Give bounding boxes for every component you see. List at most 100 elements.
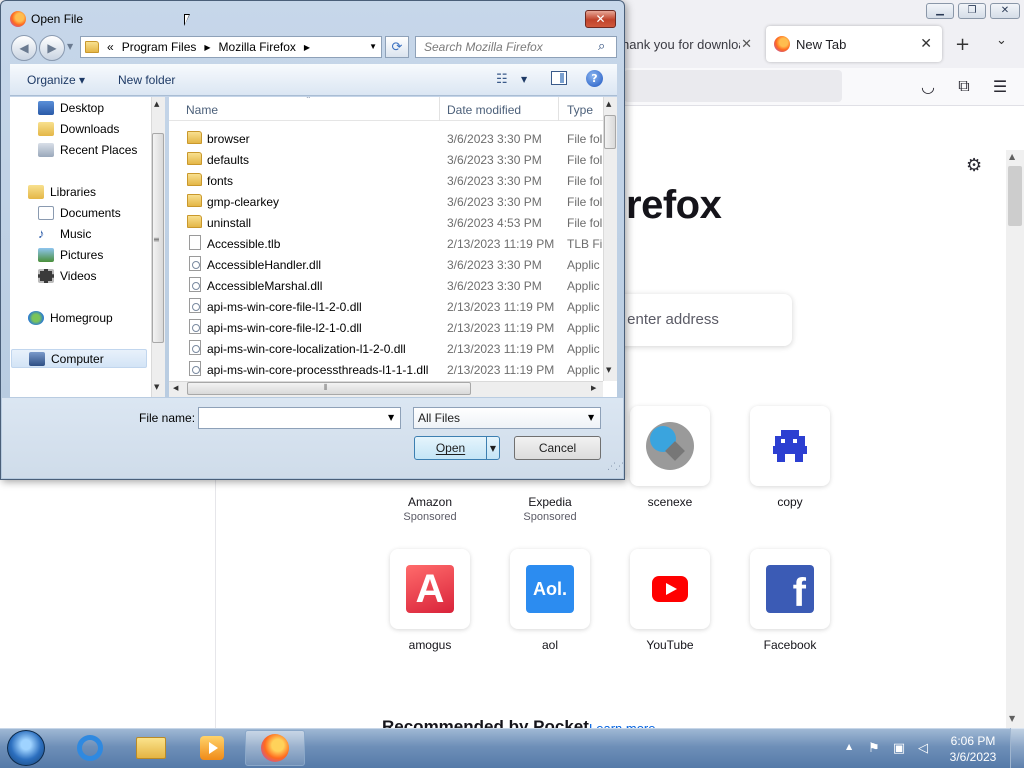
breadcrumb-mozilla-firefox[interactable]: Mozilla Firefox <box>219 40 296 54</box>
shortcut-tile[interactable]: Aol. <box>510 549 590 629</box>
maximize-button[interactable]: ❐ <box>958 3 986 19</box>
file-row[interactable]: api-ms-win-core-processthreads-l1-1-1.dl… <box>169 359 603 380</box>
gear-icon[interactable]: ⚙ <box>966 155 982 176</box>
file-row[interactable]: uninstall 3/6/2023 4:53 PM File fol <box>169 212 603 233</box>
taskbar-internet-explorer[interactable] <box>60 730 120 766</box>
scroll-down-arrow-icon[interactable]: ▼ <box>606 366 611 374</box>
nav-item-downloads[interactable]: Downloads <box>38 119 119 138</box>
shortcut-youtube[interactable]: YouTube <box>622 549 718 652</box>
minimize-button[interactable]: ▁ <box>926 3 954 19</box>
resize-grip-icon[interactable]: ⋰⋰ <box>607 462 624 472</box>
taskbar-media-player[interactable] <box>182 730 242 766</box>
pocket-icon[interactable]: ◡ <box>918 76 938 96</box>
shortcut-copy[interactable]: copy <box>742 406 838 509</box>
hamburger-menu-icon[interactable]: ☰ <box>990 76 1010 96</box>
shortcut-tile[interactable]: A <box>390 549 470 629</box>
start-button[interactable] <box>7 730 45 766</box>
scroll-right-arrow-icon[interactable]: ▶ <box>591 384 596 392</box>
search-icon[interactable]: ⌕ <box>598 39 605 54</box>
file-type-dropdown-icon[interactable]: ▼ <box>588 413 594 422</box>
taskbar-file-explorer[interactable] <box>121 730 181 766</box>
nav-item-homegroup[interactable]: Homegroup <box>28 308 113 327</box>
nav-item-computer[interactable]: Computer <box>11 349 147 368</box>
shortcut-facebook[interactable]: f Facebook <box>742 549 838 652</box>
network-icon[interactable]: ▣ <box>891 740 907 756</box>
cancel-button[interactable]: Cancel <box>514 436 601 460</box>
back-arrow-icon[interactable]: ◀ <box>11 35 37 61</box>
dialog-close-button[interactable]: ✕ <box>585 10 616 28</box>
nav-item-desktop[interactable]: Desktop <box>38 98 104 117</box>
breadcrumb-overflow[interactable]: « <box>107 40 114 54</box>
shortcut-tile[interactable] <box>630 406 710 486</box>
nav-item-music[interactable]: ♪ Music <box>38 224 91 243</box>
clock[interactable]: 6:06 PM 3/6/2023 <box>946 733 1000 765</box>
scroll-left-arrow-icon[interactable]: ◀ <box>173 384 178 392</box>
nav-item-videos[interactable]: Videos <box>38 266 96 285</box>
file-row[interactable]: Accessible.tlb 2/13/2023 11:19 PM TLB Fil <box>169 233 603 254</box>
new-folder-button[interactable]: New folder <box>118 73 175 87</box>
file-row[interactable]: AccessibleHandler.dll 3/6/2023 3:30 PM App… <box>169 254 603 275</box>
address-dropdown-icon[interactable]: ▼ <box>369 42 377 51</box>
new-tab-button[interactable]: + <box>955 34 970 55</box>
nav-item-pictures[interactable]: Pictures <box>38 245 103 264</box>
list-all-tabs-icon[interactable]: ⌄ <box>996 33 1007 48</box>
file-row[interactable]: api-ms-win-core-file-l1-2-0.dll 2/13/2023… <box>169 296 603 317</box>
shortcut-tile[interactable] <box>630 549 710 629</box>
help-icon[interactable]: ? <box>586 70 603 87</box>
recent-locations-icon[interactable]: ▼ <box>67 42 73 51</box>
page-scrollbar-thumb[interactable] <box>1008 166 1022 226</box>
tab-close-icon[interactable]: ✕ <box>741 36 752 52</box>
column-header-date[interactable]: Date modified <box>447 103 521 117</box>
show-desktop-button[interactable] <box>1010 728 1024 768</box>
file-type-select[interactable]: All Files <box>413 407 601 429</box>
shortcut-amogus[interactable]: A amogus <box>382 549 478 652</box>
change-view-icon[interactable]: ☷ <box>496 72 508 87</box>
breadcrumb-separator-icon[interactable]: ▶ <box>304 43 310 52</box>
forward-arrow-icon[interactable]: ▶ <box>39 35 65 61</box>
newtab-search-box[interactable]: r enter address <box>600 294 792 346</box>
file-row[interactable]: api-ms-win-core-file-l2-1-0.dll 2/13/2023… <box>169 317 603 338</box>
open-options-dropdown-icon[interactable]: ▼ <box>486 436 500 460</box>
tab-new-tab[interactable]: New Tab ✕ <box>766 26 942 62</box>
file-row[interactable]: browser 3/6/2023 3:30 PM File fol <box>169 128 603 149</box>
taskbar-firefox[interactable] <box>245 730 305 766</box>
address-bar[interactable]: « Program Files ▶ Mozilla Firefox ▶ ▼ <box>80 36 382 58</box>
file-row[interactable]: defaults 3/6/2023 3:30 PM File fol <box>169 149 603 170</box>
file-name-input[interactable] <box>198 407 401 429</box>
preview-pane-icon[interactable] <box>551 71 567 85</box>
action-center-flag-icon[interactable]: ⚑ <box>866 740 882 756</box>
file-row[interactable]: AccessibleMarshal.dll 3/6/2023 3:30 PM App… <box>169 275 603 296</box>
close-window-button[interactable]: ✕ <box>990 3 1020 19</box>
organize-button[interactable]: Organize ▾ <box>27 73 85 87</box>
nav-item-documents[interactable]: Documents <box>38 203 121 222</box>
scroll-up-arrow-icon[interactable]: ▲ <box>606 100 611 108</box>
file-row[interactable]: fonts 3/6/2023 3:30 PM File fol <box>169 170 603 191</box>
breadcrumb-separator-icon[interactable]: ▶ <box>204 43 210 52</box>
file-list-vertical-thumb[interactable] <box>604 115 616 149</box>
url-bar[interactable] <box>624 70 842 102</box>
refresh-icon[interactable]: ⟳ <box>385 36 409 58</box>
page-scrollbar[interactable] <box>1006 150 1024 728</box>
shortcut-tile[interactable] <box>750 406 830 486</box>
shortcut-aol[interactable]: Aol. aol <box>502 549 598 652</box>
tab-close-icon[interactable]: ✕ <box>920 35 932 52</box>
tab-thank-you[interactable]: hank you for downloa ✕ <box>622 26 762 62</box>
scroll-up-arrow-icon[interactable]: ▲ <box>154 100 159 108</box>
column-divider[interactable] <box>439 97 440 121</box>
shortcut-scenexe[interactable]: scenexe <box>622 406 718 509</box>
search-input[interactable]: Search Mozilla Firefox <box>415 36 617 58</box>
nav-item-recent-places[interactable]: Recent Places <box>38 140 137 159</box>
file-row[interactable]: gmp-clearkey 3/6/2023 3:30 PM File fol <box>169 191 603 212</box>
shortcut-tile[interactable]: f <box>750 549 830 629</box>
column-header-type[interactable]: Type <box>567 103 593 117</box>
column-divider[interactable] <box>558 97 559 121</box>
nav-item-libraries[interactable]: Libraries <box>28 182 96 201</box>
scroll-down-arrow-icon[interactable]: ▼ <box>1009 714 1015 723</box>
scroll-up-arrow-icon[interactable]: ▲ <box>1009 152 1015 161</box>
file-name-dropdown-icon[interactable]: ▼ <box>388 413 394 422</box>
file-list-horizontal-thumb[interactable] <box>187 382 471 395</box>
view-options-dropdown-icon[interactable]: ▼ <box>521 75 527 84</box>
file-row[interactable]: api-ms-win-core-localization-l1-2-0.dll 2… <box>169 338 603 359</box>
scroll-down-arrow-icon[interactable]: ▼ <box>154 383 159 391</box>
open-button[interactable]: Open <box>414 436 487 460</box>
